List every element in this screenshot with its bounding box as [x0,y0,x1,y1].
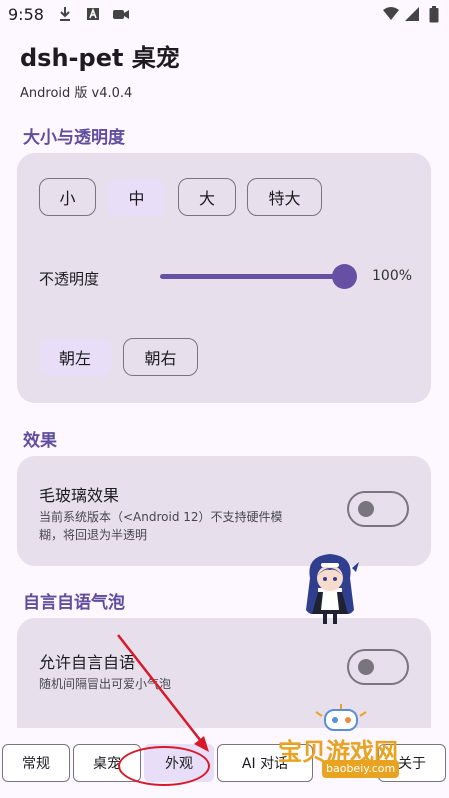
annotation-circle [118,746,210,786]
annotation-arrow-overlay [117,634,209,752]
watermark-url: baobeiy.com [322,760,400,778]
